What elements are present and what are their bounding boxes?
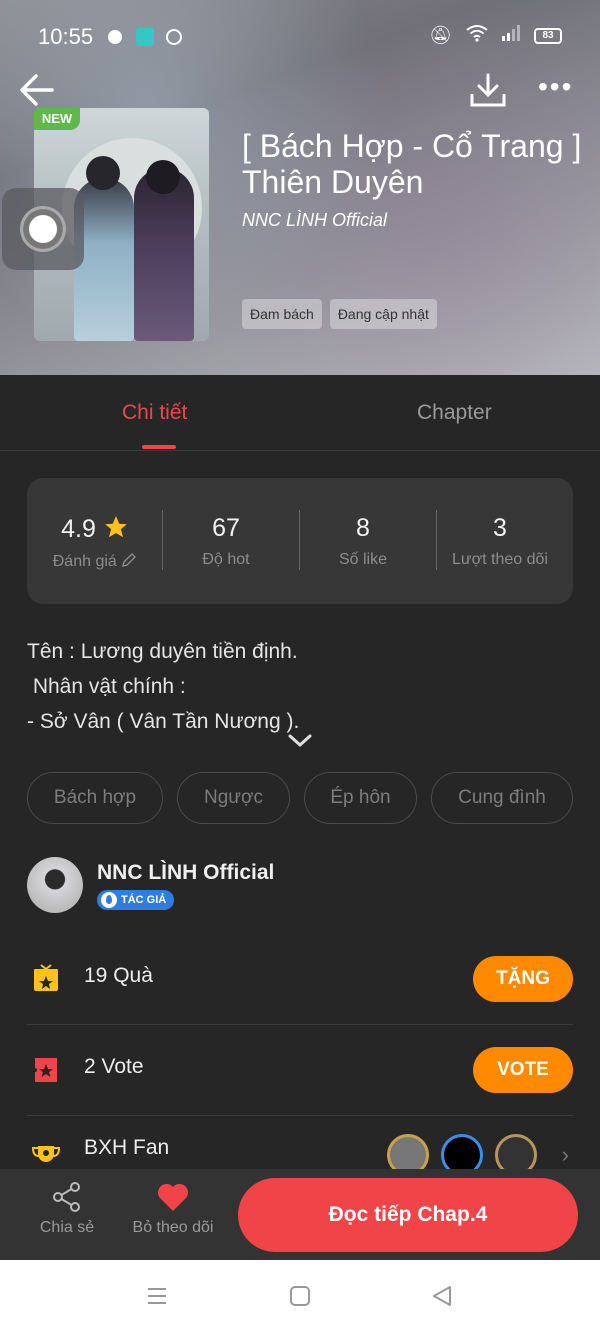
gift-button[interactable]: TẶNG <box>473 956 573 1002</box>
more-dots-icon: ••• <box>538 71 574 102</box>
new-badge: NEW <box>34 108 80 130</box>
arrow-left-icon <box>20 74 54 106</box>
share-label: Chia sẻ <box>39 1219 95 1236</box>
desc-line: Nhân vật chính : <box>27 675 186 698</box>
book-description: Tên : Lương duyên tiền định. Nhân vật ch… <box>27 634 299 739</box>
star-icon <box>105 516 127 538</box>
author-name: NNC LÌNH Official <box>97 861 275 884</box>
stats-card: 4.9 Đánh giá 67 Độ hot 8 Số like 3 Lượt … <box>27 478 573 604</box>
app-notification-icon <box>136 28 154 46</box>
author-badge: TÁC GIẢ <box>97 890 175 910</box>
tab-chapter[interactable]: Chapter <box>417 401 492 425</box>
chevron-right-icon: › <box>561 1142 569 1167</box>
share-icon <box>53 1182 80 1212</box>
home-icon[interactable] <box>288 1284 312 1308</box>
gift-icon <box>34 964 58 991</box>
tag-genre: Đam bách <box>242 299 322 329</box>
rating-label: Đánh giá <box>52 553 117 570</box>
floating-assist-button[interactable] <box>2 188 84 270</box>
status-icons: 🔕︎ 83 <box>429 24 562 47</box>
author-badge-label: TÁC GIẢ <box>121 894 167 906</box>
tab-bar: Chi tiết Chapter <box>0 375 600 451</box>
chevron-down-icon <box>288 734 312 748</box>
continue-reading-button[interactable]: Đọc tiếp Chap.4 <box>238 1178 578 1252</box>
more-options-button[interactable]: ••• <box>538 73 588 104</box>
ticket-icon <box>35 1058 57 1082</box>
avatar <box>27 857 83 913</box>
genre-chip[interactable]: Bách hợp <box>27 772 163 824</box>
back-nav-icon[interactable] <box>430 1284 454 1308</box>
unfollow-button[interactable]: Bỏ theo dõi <box>128 1181 218 1237</box>
book-title: [ Bách Hợp - Cổ Trang ] Thiên Duyên <box>242 128 582 200</box>
battery-icon: 83 <box>534 27 562 44</box>
vote-row: 2 Vote VOTE <box>27 1025 573 1115</box>
followers-label: Lượt theo dõi <box>452 551 548 568</box>
recent-apps-icon[interactable] <box>145 1284 169 1308</box>
download-button[interactable] <box>468 72 508 110</box>
fan-avatar <box>441 1134 483 1169</box>
mute-icon: 🔕︎ <box>429 25 452 45</box>
desc-line: - Sở Vân ( Vân Tần Nương ). <box>27 710 300 733</box>
vote-button[interactable]: VOTE <box>473 1047 573 1093</box>
fan-ranking-label: BXH Fan <box>84 1136 170 1159</box>
rating-value: 4.9 <box>61 515 96 543</box>
notification-icon <box>108 30 122 44</box>
bottom-action-bar: Chia sẻ Bỏ theo dõi Đọc tiếp Chap.4 <box>0 1169 600 1260</box>
tab-detail[interactable]: Chi tiết <box>122 401 187 425</box>
gift-row: 19 Quà TẶNG <box>27 934 573 1024</box>
trophy-icon <box>31 1146 61 1162</box>
book-tags: Đam bách Đang cập nhật <box>242 299 437 329</box>
share-button[interactable]: Chia sẻ <box>22 1181 112 1237</box>
edit-pencil-icon <box>122 553 137 567</box>
fan-avatar <box>387 1134 429 1169</box>
genre-chip[interactable]: Ngược <box>177 772 290 824</box>
status-bar: 10:55 🔕︎ 83 <box>0 0 600 70</box>
active-tab-indicator <box>142 445 176 449</box>
system-navigation-bar <box>0 1260 600 1333</box>
book-header: 10:55 🔕︎ 83 ••• NEW [ Bách Hợp - Cổ Tran… <box>0 0 600 375</box>
book-author: NNC LÌNH Official <box>242 210 388 230</box>
stat-rating[interactable]: 4.9 Đánh giá <box>27 514 163 571</box>
stat-followers: 3 Lượt theo dõi <box>432 514 568 569</box>
gift-count: 19 Quà <box>84 964 153 987</box>
vote-count: 2 Vote <box>84 1055 144 1078</box>
hot-label: Độ hot <box>202 551 250 568</box>
likes-value: 8 <box>356 514 370 542</box>
status-time: 10:55 <box>38 24 94 49</box>
back-button[interactable] <box>18 70 58 110</box>
download-icon <box>470 73 506 107</box>
stat-likes: 8 Số like <box>295 514 431 569</box>
expand-description-button[interactable] <box>287 732 313 750</box>
fan-avatar <box>495 1134 537 1169</box>
genre-chip[interactable]: Cung đình <box>431 772 573 824</box>
tag-status: Đang cập nhật <box>329 299 437 329</box>
genre-chips: Bách hợp Ngược Ép hôn Cung đình <box>27 772 573 824</box>
author-badge-icon <box>101 892 117 908</box>
signal-icon <box>502 25 520 46</box>
circle-notification-icon <box>166 29 182 45</box>
heart-icon <box>157 1183 189 1211</box>
genre-chip[interactable]: Ép hôn <box>304 772 417 824</box>
stat-hot: 67 Độ hot <box>158 514 294 569</box>
desc-line: Tên : Lương duyên tiền định. <box>27 640 298 663</box>
hot-value: 67 <box>212 514 240 542</box>
wifi-icon <box>466 24 488 47</box>
unfollow-label: Bỏ theo dõi <box>132 1219 214 1236</box>
likes-label: Số like <box>338 551 388 568</box>
followers-value: 3 <box>493 514 507 542</box>
author-profile[interactable]: NNC LÌNH Official TÁC GIẢ <box>27 857 573 917</box>
fan-ranking-row[interactable]: BXH Fan › <box>27 1116 573 1169</box>
